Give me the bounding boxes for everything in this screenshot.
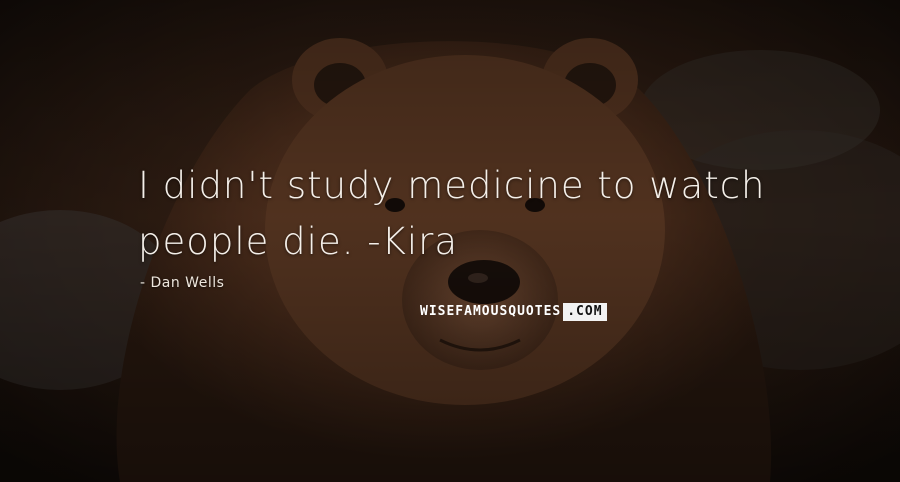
quote-line-2: people die. -Kira <box>138 220 459 263</box>
quote-line-1: I didn't study medicine to watch <box>138 164 766 207</box>
watermark-part-2: .COM <box>563 303 607 321</box>
quote-text: I didn't study medicine to watch people … <box>138 158 838 270</box>
site-watermark-logo: WISEFAMOUSQUOTES .COM <box>420 303 621 321</box>
quote-card: I didn't study medicine to watch people … <box>0 0 900 482</box>
quote-author: - Dan Wells <box>140 275 225 291</box>
watermark-part-1: WISEFAMOUSQUOTES <box>420 304 562 319</box>
